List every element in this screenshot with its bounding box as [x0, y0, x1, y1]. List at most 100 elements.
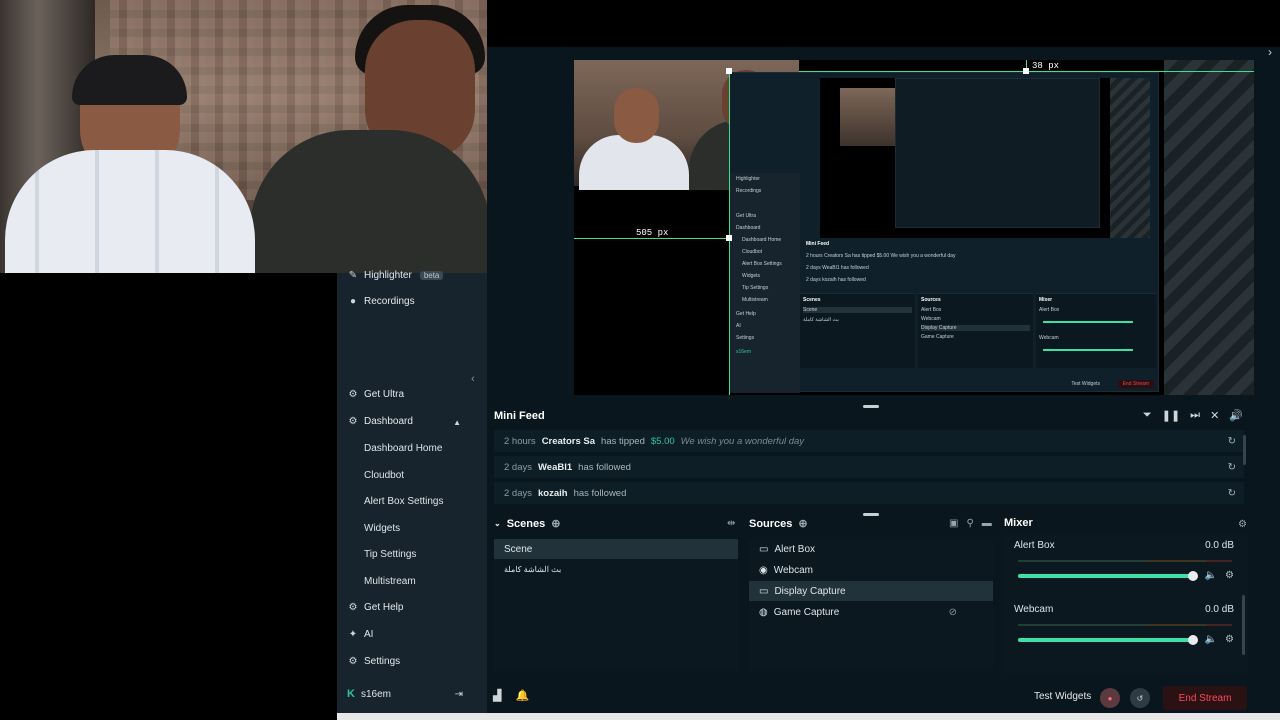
sidebar-item-get-ultra[interactable]: ⚙ Get Ultra: [347, 389, 405, 400]
sidebar-sub-tip-settings[interactable]: Tip Settings: [364, 549, 416, 560]
nested-text: Mixer: [1039, 297, 1053, 303]
channel-settings-icon[interactable]: ⚙: [1225, 634, 1234, 645]
speaker-icon[interactable]: 🔈: [1205, 634, 1217, 645]
volume-slider[interactable]: [1018, 571, 1198, 581]
sidebar: ✎ Highlighter beta ● Recordings ‹ ⚙ Get …: [337, 270, 487, 720]
sidebar-item-label: Get Ultra: [364, 389, 405, 400]
feed-row: 2 days kozaih has followed ↻: [494, 482, 1244, 504]
add-source-icon[interactable]: ⊕: [798, 517, 807, 530]
gamepad-icon: ◍: [759, 606, 768, 618]
test-widgets-button[interactable]: Test Widgets: [1034, 691, 1091, 702]
preview-person-left-head: [614, 88, 659, 143]
feed-row: 2 hours Creators Sa has tipped $5.00 We …: [494, 430, 1244, 452]
source-item[interactable]: ◍ Game Capture ⊘: [749, 602, 993, 622]
source-filter-icon[interactable]: ⚲: [966, 518, 973, 529]
resize-handle-left[interactable]: [726, 235, 732, 241]
scenes-panel: Scene بث الشاشة كاملة: [494, 539, 738, 671]
hidden-eye-icon[interactable]: ⊘: [949, 607, 957, 618]
performance-icon[interactable]: ▟: [493, 689, 501, 702]
filter-icon[interactable]: ⏷: [1143, 409, 1152, 422]
sources-header: Sources ⊕: [749, 517, 808, 531]
sidebar-sub-widgets[interactable]: Widgets: [364, 523, 400, 534]
sidebar-item-get-help[interactable]: ⚙ Get Help: [347, 602, 404, 613]
chevron-up-icon[interactable]: ▲: [453, 418, 461, 427]
mixer-title: Mixer: [1004, 517, 1033, 529]
nested-bottom-bar: Test Widgets End Stream: [800, 378, 1160, 392]
skip-icon[interactable]: ⏭: [1190, 409, 1200, 422]
preview-display-capture-source[interactable]: Highlighter Recordings Get Ultra Dashboa…: [729, 72, 1160, 393]
collapse-sidebar-icon[interactable]: ‹: [471, 373, 475, 385]
resize-handle-top-left[interactable]: [726, 68, 732, 74]
top-bar: [487, 0, 1280, 47]
sidebar-sub-alert-box-settings[interactable]: Alert Box Settings: [364, 496, 443, 507]
sources-panel: ▭ Alert Box ◉ Webcam ▭ Display Capture ◍…: [749, 539, 993, 671]
webcam-icon: ◉: [759, 564, 768, 576]
nested-preview: [820, 78, 1150, 238]
source-item[interactable]: ◉ Webcam: [749, 560, 993, 580]
volume-slider-knob[interactable]: [1188, 635, 1198, 645]
mute-alerts-icon[interactable]: ✕: [1210, 409, 1219, 422]
nested-mini-feed: Mini Feed 2 hours Creators Sa has tipped…: [800, 241, 1160, 291]
record-button[interactable]: ●: [1100, 688, 1120, 708]
editor-docks: ⌄ Scenes ⊕ ⇹ Scene بث الشاشة كاملة Sourc…: [487, 515, 1280, 680]
volume-slider-knob[interactable]: [1188, 571, 1198, 581]
replay-icon[interactable]: ↻: [1228, 436, 1236, 447]
mixer-settings-icon[interactable]: ⚙: [1238, 519, 1247, 530]
preview-person-left: [579, 135, 689, 190]
sidebar-item-dashboard[interactable]: ⚙ Dashboard: [347, 416, 413, 427]
logout-icon[interactable]: ⇥: [455, 689, 463, 700]
feed-name: Creators Sa: [541, 435, 596, 447]
feed-name: kozaih: [538, 487, 568, 499]
replay-icon[interactable]: ↻: [1228, 488, 1236, 499]
chevron-right-icon[interactable]: ›: [1268, 45, 1272, 59]
pause-icon[interactable]: ❚❚: [1162, 409, 1180, 422]
scene-item[interactable]: بث الشاشة كاملة: [494, 559, 738, 579]
feed-scrollbar[interactable]: [1243, 435, 1246, 465]
replay-buffer-icon[interactable]: ↺: [1130, 688, 1150, 708]
end-stream-button[interactable]: End Stream: [1163, 686, 1247, 710]
volume-icon[interactable]: 🔊: [1229, 409, 1243, 422]
sources-tools: ▣ ⚲ ▬: [949, 518, 992, 529]
mixer-scrollbar[interactable]: [1242, 595, 1245, 655]
folder-icon[interactable]: ▬: [982, 518, 992, 529]
volume-slider[interactable]: [1018, 635, 1198, 645]
scene-item[interactable]: Scene: [494, 539, 738, 559]
nested-text: Scene: [803, 307, 912, 313]
sidebar-item-label: Recordings: [364, 296, 415, 307]
sidebar-item-highlighter[interactable]: ✎ Highlighter beta: [347, 270, 444, 281]
sidebar-item-recordings[interactable]: ● Recordings: [347, 296, 415, 307]
channel-settings-icon[interactable]: ⚙: [1225, 570, 1234, 581]
sidebar-sub-multistream[interactable]: Multistream: [364, 576, 416, 587]
nested-text: Settings: [736, 335, 755, 341]
sidebar-item-settings[interactable]: ⚙ Settings: [347, 656, 401, 667]
nested-stripes: [1110, 78, 1150, 238]
volume-meter: [1018, 560, 1232, 562]
nested-text: 2 hours Creators Sa has tipped $5.00 We …: [806, 253, 956, 259]
scene-transition-icon[interactable]: ⇹: [727, 518, 735, 529]
stream-preview[interactable]: Highlighter Recordings Get Ultra Dashboa…: [574, 60, 1254, 395]
nested-text: AI: [736, 323, 741, 329]
add-scene-icon[interactable]: ⊕: [551, 517, 560, 530]
group-icon[interactable]: ▣: [949, 518, 958, 529]
nested-text: Webcam: [921, 316, 941, 322]
measure-label-top: 38 px: [1032, 61, 1060, 71]
nested-text: Cloudbot: [742, 249, 763, 255]
preview-out-of-bounds-area: [1164, 60, 1254, 395]
nested-sidebar: Highlighter Recordings Get Ultra Dashboa…: [730, 173, 800, 393]
source-item[interactable]: ▭ Display Capture: [749, 581, 993, 601]
speaker-icon[interactable]: 🔈: [1205, 570, 1217, 581]
replay-icon[interactable]: ↻: [1228, 462, 1236, 473]
chevron-down-icon[interactable]: ⌄: [494, 519, 501, 528]
sidebar-sub-cloudbot[interactable]: Cloudbot: [364, 470, 404, 481]
mixer-channel-db: 0.0 dB: [1205, 540, 1234, 551]
source-item[interactable]: ▭ Alert Box: [749, 539, 993, 559]
notifications-bell-icon[interactable]: 🔔: [515, 689, 529, 702]
sidebar-sub-dashboard-home[interactable]: Dashboard Home: [364, 443, 442, 454]
mixer-channel-label: Webcam: [1014, 604, 1054, 615]
sidebar-item-ai[interactable]: ✦ AI: [347, 629, 374, 640]
resize-handle-top[interactable]: [1023, 68, 1029, 74]
nested-text: Recordings: [736, 188, 762, 194]
nested-text: Multistream: [742, 297, 768, 303]
user-row[interactable]: K s16em ⇥: [337, 683, 487, 705]
volume-meter: [1018, 624, 1232, 626]
